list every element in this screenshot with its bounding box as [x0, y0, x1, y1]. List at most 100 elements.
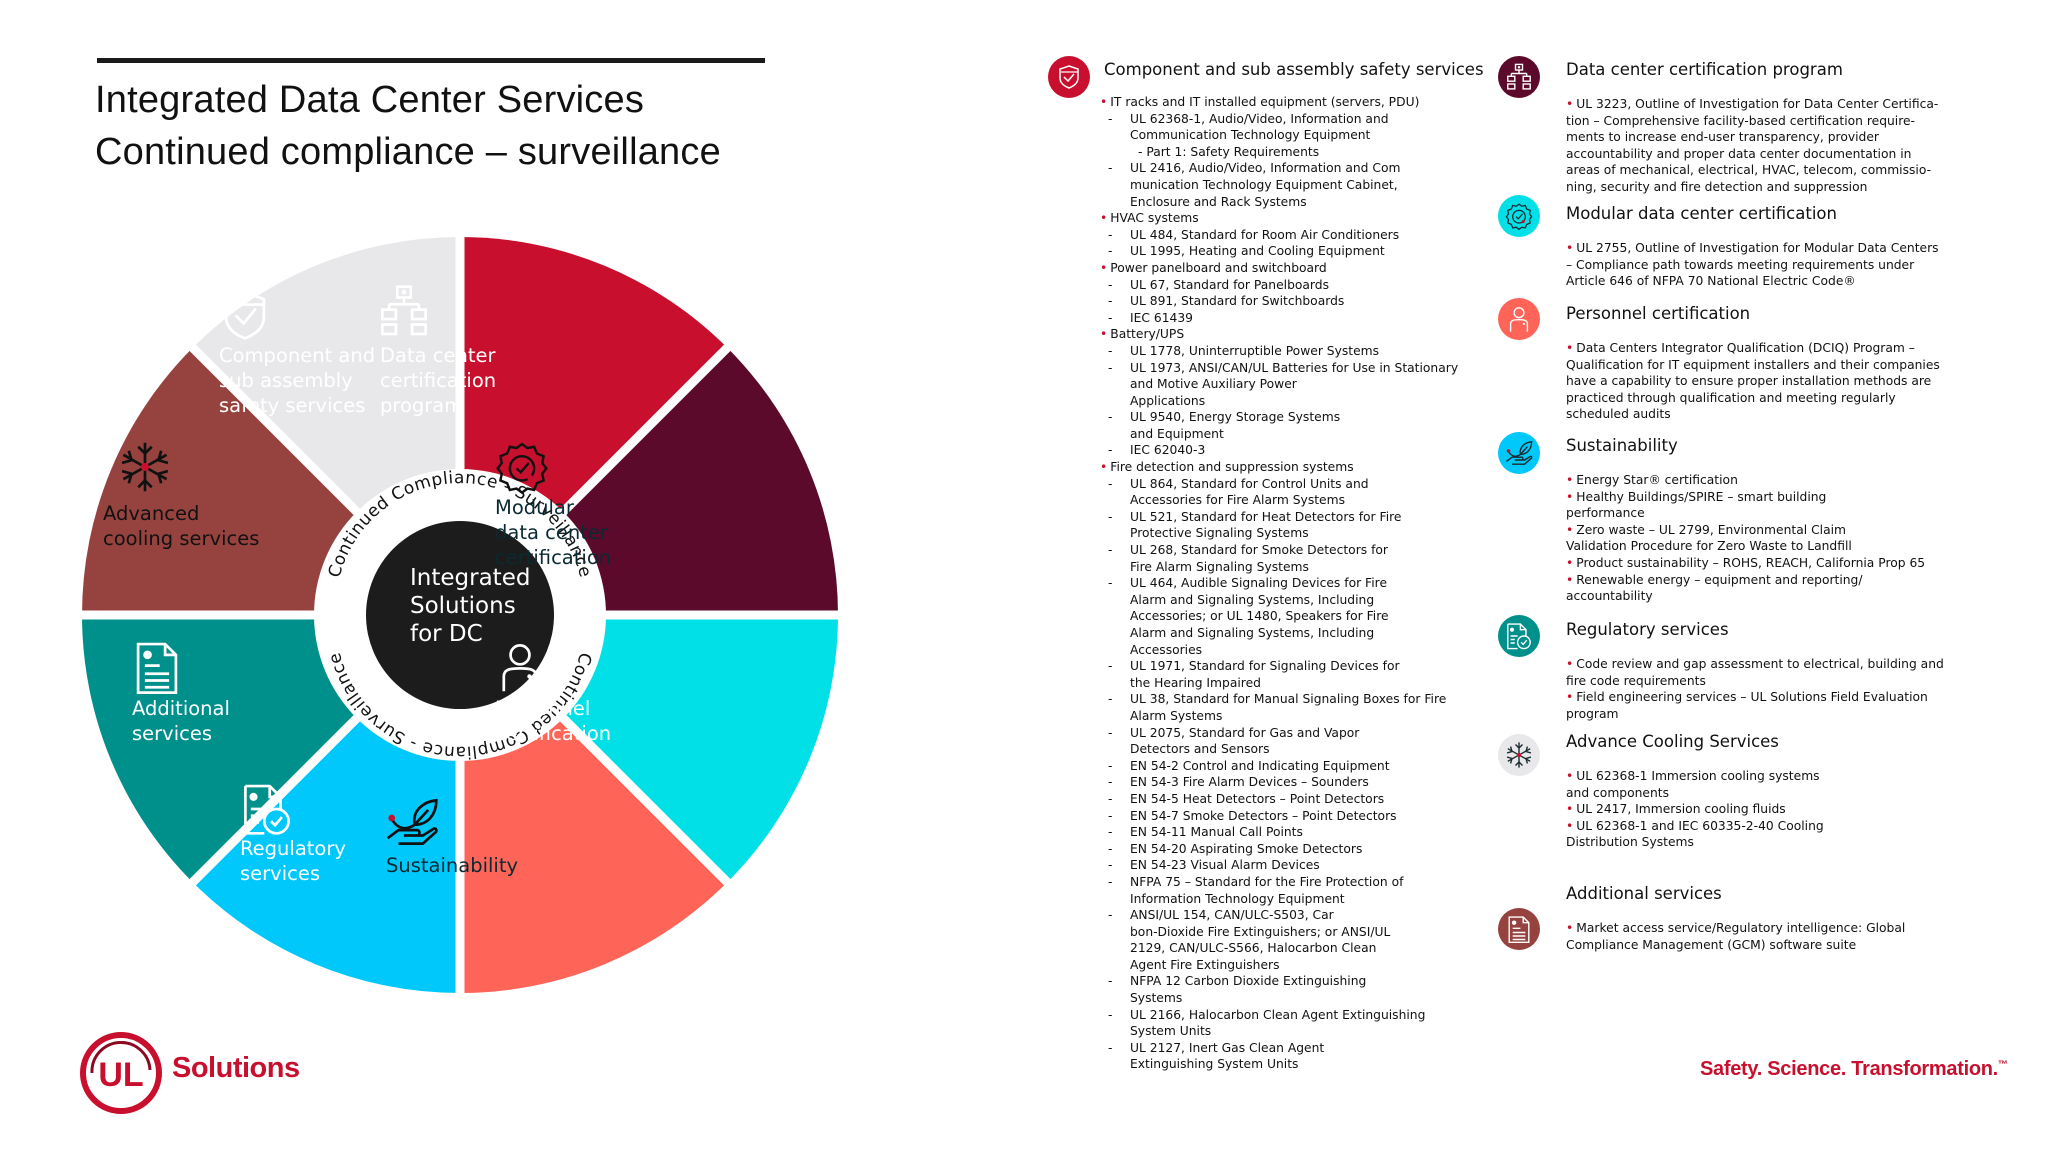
standard-item: 2129, CAN/ULC-S566, Halocarbon Clean: [1100, 940, 1500, 957]
document-icon: [1508, 916, 1530, 943]
standard-text: Agent Fire Extinguishers: [1130, 957, 1280, 972]
bullet-continuation: ments to increase end-user transparency,…: [1566, 130, 1879, 145]
standard-item: and Equipment: [1100, 426, 1500, 443]
standard-text: UL 268, Standard for Smoke Detectors for: [1130, 543, 1388, 558]
standard-text: bon-Dioxide Fire Extinguishers; or ANSI/…: [1130, 924, 1391, 939]
bullet-continuation: ning, security and fire detection and su…: [1566, 179, 1868, 194]
standard-text: EN 54-11 Manual Call Points: [1130, 825, 1303, 840]
wheel-label-modular: certification: [495, 546, 611, 569]
bullet-item: UL 3223, Outline of Investigation for Da…: [1566, 96, 1986, 113]
tagline: Safety. Science. Transformation.™: [1700, 1058, 2008, 1081]
wheel-label-regulatory: services: [240, 862, 320, 885]
standard-item: Fire Alarm Signaling Systems: [1100, 559, 1500, 576]
bullet-item: UL 62368-1 and IEC 60335-2-40 Cooling: [1566, 818, 1986, 835]
dash-marker: -: [1108, 908, 1113, 923]
person-icon: [1509, 307, 1529, 332]
dash-marker: -: [1108, 1007, 1113, 1022]
standard-text: IEC 62040-3: [1130, 443, 1206, 458]
standard-item: - EN 54-20 Aspirating Smoke Detectors: [1100, 841, 1500, 858]
section-body-regulatory: Code review and gap assessment to electr…: [1566, 656, 1986, 722]
bullet-continuation: Qualification for IT equipment installer…: [1566, 357, 1940, 372]
tagline-tm: ™: [1997, 1059, 2008, 1071]
standard-item: - UL 864, Standard for Control Units and: [1100, 476, 1500, 493]
bullet-heading: Fire detection and suppression systems: [1100, 459, 1500, 476]
dash-marker: -: [1108, 244, 1113, 259]
standard-item: - IEC 61439: [1100, 310, 1500, 327]
standard-item: - UL 1778, Uninterruptible Power Systems: [1100, 343, 1500, 360]
standard-item: - UL 484, Standard for Room Air Condition…: [1100, 227, 1500, 244]
document-check-icon: [1507, 623, 1531, 650]
dash-marker: -: [1108, 227, 1113, 242]
wheel-label-datacenter: certification: [380, 369, 496, 392]
bullet-heading: Battery/UPS: [1100, 326, 1500, 343]
section-icon-datacenter: [1498, 56, 1540, 98]
standard-item: - ANSI/UL 154, CAN/ULC-S503, Car: [1100, 907, 1500, 924]
wheel-label-sustainability: Sustainability: [386, 854, 518, 877]
dash-marker: -: [1108, 343, 1113, 358]
leaf-hand-icon: [1505, 441, 1533, 465]
standard-item: Information Technology Equipment: [1100, 891, 1500, 908]
standard-item: Alarm Systems: [1100, 708, 1500, 725]
section-body-datacenter: UL 3223, Outline of Investigation for Da…: [1566, 96, 1986, 196]
wheel-label-additional: Additional: [132, 697, 230, 720]
dash-marker: -: [1108, 725, 1113, 740]
standard-item: - EN 54-11 Manual Call Points: [1100, 824, 1500, 841]
standard-item: Accessories: [1100, 642, 1500, 659]
bullet-item: UL 2417, Immersion cooling fluids: [1566, 801, 1986, 818]
bullet-continuation: tion – Comprehensive facility-based cert…: [1566, 113, 1915, 128]
standard-item: - EN 54-23 Visual Alarm Devices: [1100, 857, 1500, 874]
standard-text: EN 54-2 Control and Indicating Equipment: [1130, 758, 1390, 773]
dash-marker: -: [1108, 692, 1113, 707]
bullet-continuation: Distribution Systems: [1566, 835, 1694, 850]
shield-check-icon: [1059, 65, 1079, 89]
dash-marker: -: [1108, 410, 1113, 425]
standard-text: EN 54-23 Visual Alarm Devices: [1130, 858, 1320, 873]
standard-text: the Hearing Impaired: [1130, 675, 1261, 690]
section-icon-additional: [1498, 908, 1540, 950]
bullet-continuation: have a capability to ensure proper insta…: [1566, 374, 1932, 389]
dash-marker: -: [1108, 360, 1113, 375]
standard-item: - UL 1973, ANSI/CAN/UL Batteries for Use …: [1100, 360, 1500, 377]
dash-marker: -: [1108, 476, 1113, 491]
tagline-text: Safety. Science. Transformation.: [1700, 1058, 1998, 1080]
bullet-continuation: Compliance Management (GCM) software sui…: [1566, 937, 1857, 952]
standard-text: Alarm and Signaling Systems, Including: [1130, 592, 1375, 607]
standard-text: Accessories; or UL 1480, Speakers for Fi…: [1130, 609, 1389, 624]
standard-item: - EN 54-3 Fire Alarm Devices – Sounders: [1100, 774, 1500, 791]
standard-text: UL 67, Standard for Panelboards: [1130, 277, 1329, 292]
bullet-heading: IT racks and IT installed equipment (ser…: [1100, 94, 1500, 111]
standard-text: UL 2127, Inert Gas Clean Agent: [1130, 1040, 1325, 1055]
standard-item: the Hearing Impaired: [1100, 675, 1500, 692]
standard-item: bon-Dioxide Fire Extinguishers; or ANSI/…: [1100, 924, 1500, 941]
standard-text: UL 2166, Halocarbon Clean Agent Extingui…: [1130, 1007, 1426, 1022]
bullet-continuation: scheduled audits: [1566, 407, 1671, 422]
standard-text: UL 891, Standard for Switchboards: [1130, 294, 1345, 309]
wheel-label-personnel: Personnel: [495, 697, 590, 720]
standard-text: UL 2075, Standard for Gas and Vapor: [1130, 725, 1360, 740]
standard-item: Enclosure and Rack Systems: [1100, 194, 1500, 211]
standard-text: Applications: [1130, 393, 1206, 408]
standard-text: Alarm Systems: [1130, 708, 1223, 723]
section-title-personnel: Personnel certification: [1566, 304, 1751, 323]
bullet-item: Healthy Buildings/SPIRE – smart building: [1566, 489, 1986, 506]
wheel-label-additional: services: [132, 722, 212, 745]
dash-marker: -: [1108, 874, 1113, 889]
section-title-cooling: Advance Cooling Services: [1566, 732, 1779, 751]
standard-text: UL 484, Standard for Room Air Conditione…: [1130, 227, 1400, 242]
standard-text: Systems: [1130, 991, 1183, 1006]
bullet-item: Product sustainability – ROHS, REACH, Ca…: [1566, 555, 1986, 572]
standard-text: Detectors and Sensors: [1130, 742, 1270, 757]
standard-text: munication Technology Equipment Cabinet,: [1130, 177, 1398, 192]
section-icon-modular: [1498, 195, 1540, 237]
title-line-1: Integrated Data Center Services: [95, 79, 645, 121]
dash-marker: -: [1108, 443, 1113, 458]
standard-text: NFPA 75 – Standard for the Fire Protecti…: [1130, 874, 1404, 889]
bullet-continuation: accountability: [1566, 589, 1653, 604]
standard-item: - UL 2416, Audio/Video, Information and C…: [1100, 160, 1500, 177]
wheel-label-modular: data center: [495, 521, 609, 544]
section-body-personnel: Data Centers Integrator Qualification (D…: [1566, 340, 1986, 423]
standard-item: - NFPA 75 – Standard for the Fire Protect…: [1100, 874, 1500, 891]
wheel-label-component: sub assembly: [219, 369, 353, 392]
dash-marker: -: [1108, 111, 1113, 126]
dash-marker: -: [1108, 659, 1113, 674]
